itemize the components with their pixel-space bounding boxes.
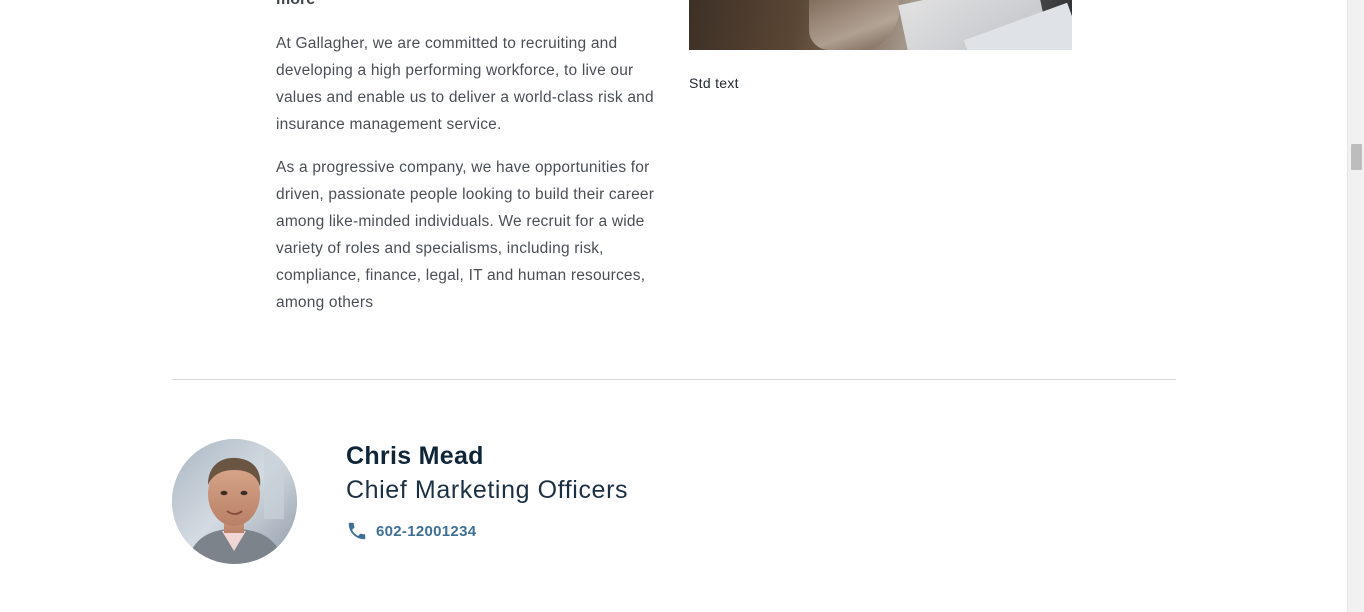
phone-number-link[interactable]: 602-12001234 <box>376 523 476 540</box>
article-paragraph: At Gallagher, we are committed to recrui… <box>276 35 654 133</box>
avatar-portrait <box>172 439 297 564</box>
contact-phone: 602-12001234 <box>346 520 476 542</box>
vertical-scrollbar[interactable] <box>1347 0 1364 612</box>
meeting-photo <box>689 0 1072 50</box>
article-paragraph: As a progressive company, we have opport… <box>276 159 655 311</box>
section-heading-fragment: more <box>276 0 315 9</box>
section-divider <box>172 379 1176 380</box>
page: more At Gallagher, we are committed to r… <box>0 0 1364 612</box>
avatar <box>172 439 297 564</box>
contact-title: Chief Marketing Officers <box>346 476 629 504</box>
scrollbar-thumb[interactable] <box>1351 144 1362 170</box>
phone-icon <box>346 520 368 542</box>
article-body: At Gallagher, we are committed to recrui… <box>276 30 660 332</box>
contact-name: Chris Mead <box>346 442 484 470</box>
photo-caption: Std text <box>689 75 739 91</box>
photo-sleeve-shape <box>809 0 899 50</box>
